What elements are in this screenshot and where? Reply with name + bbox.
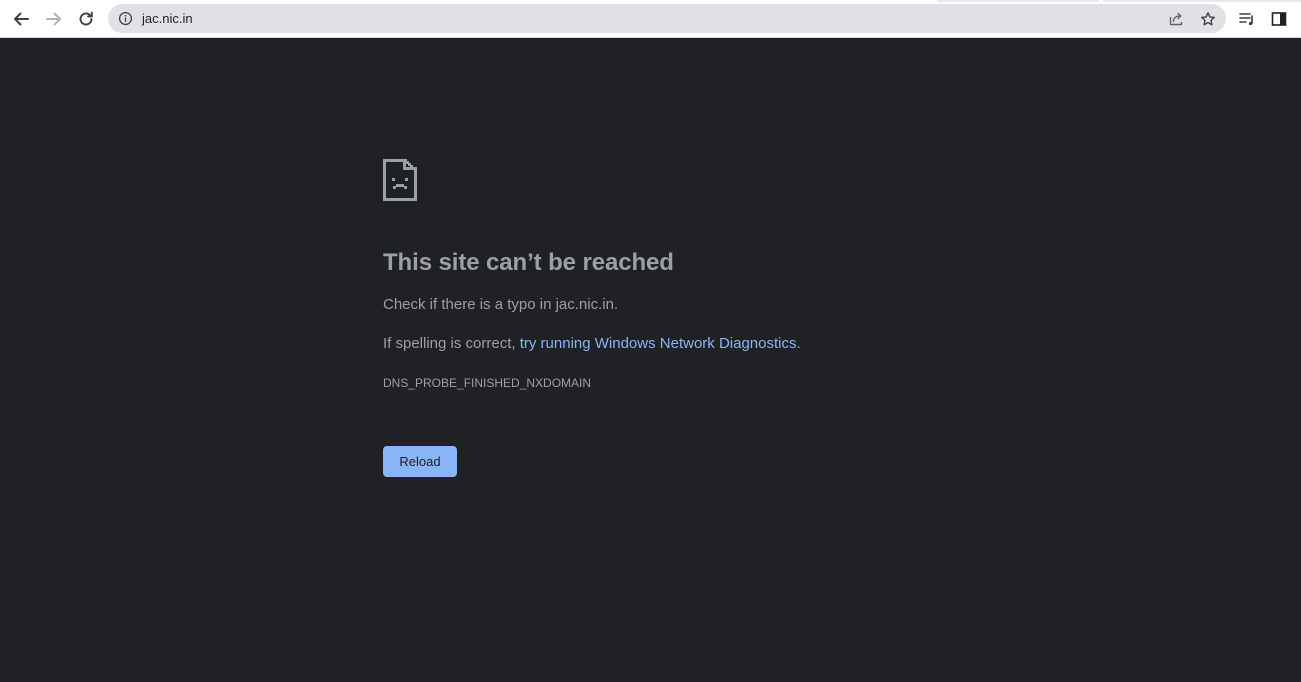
diagnostics-prefix: If spelling is correct, bbox=[383, 335, 520, 352]
address-bar-url: jac.nic.in bbox=[142, 11, 193, 26]
star-icon bbox=[1201, 12, 1215, 26]
tab-strip-remnant bbox=[1103, 0, 1301, 2]
reading-list-icon bbox=[1239, 13, 1253, 26]
forward-arrow-icon bbox=[46, 12, 61, 26]
address-bar[interactable]: jac.nic.in bbox=[108, 4, 1226, 33]
error-code: DNS_PROBE_FINISHED_NXDOMAIN bbox=[383, 376, 592, 390]
info-icon[interactable] bbox=[118, 11, 133, 26]
reading-list-button[interactable] bbox=[1233, 5, 1261, 33]
side-panel-icon bbox=[1271, 12, 1287, 26]
browser-toolbar: jac.nic.in bbox=[0, 0, 1301, 38]
tab-strip-remnant bbox=[937, 0, 1099, 2]
share-icon bbox=[1169, 12, 1183, 26]
reload-page-button[interactable] bbox=[72, 5, 100, 33]
back-arrow-icon bbox=[14, 12, 29, 26]
error-title: This site can’t be reached bbox=[383, 249, 674, 276]
error-page: This site can’t be reached Check if ther… bbox=[0, 38, 1301, 682]
diagnostics-suffix: . bbox=[796, 335, 801, 352]
diagnostics-hint: If spelling is correct, try running Wind… bbox=[383, 334, 801, 354]
typo-hint: Check if there is a typo in jac.nic.in. bbox=[383, 296, 619, 313]
reload-icon bbox=[79, 11, 93, 26]
share-button[interactable] bbox=[1165, 8, 1187, 30]
network-diagnostics-link[interactable]: try running Windows Network Diagnostics bbox=[520, 335, 797, 352]
back-button[interactable] bbox=[7, 5, 35, 33]
bookmark-button[interactable] bbox=[1197, 8, 1219, 30]
forward-button[interactable] bbox=[40, 5, 68, 33]
side-panel-button[interactable] bbox=[1265, 5, 1293, 33]
reload-button[interactable]: Reload bbox=[383, 446, 457, 477]
sad-page-icon bbox=[383, 159, 417, 201]
